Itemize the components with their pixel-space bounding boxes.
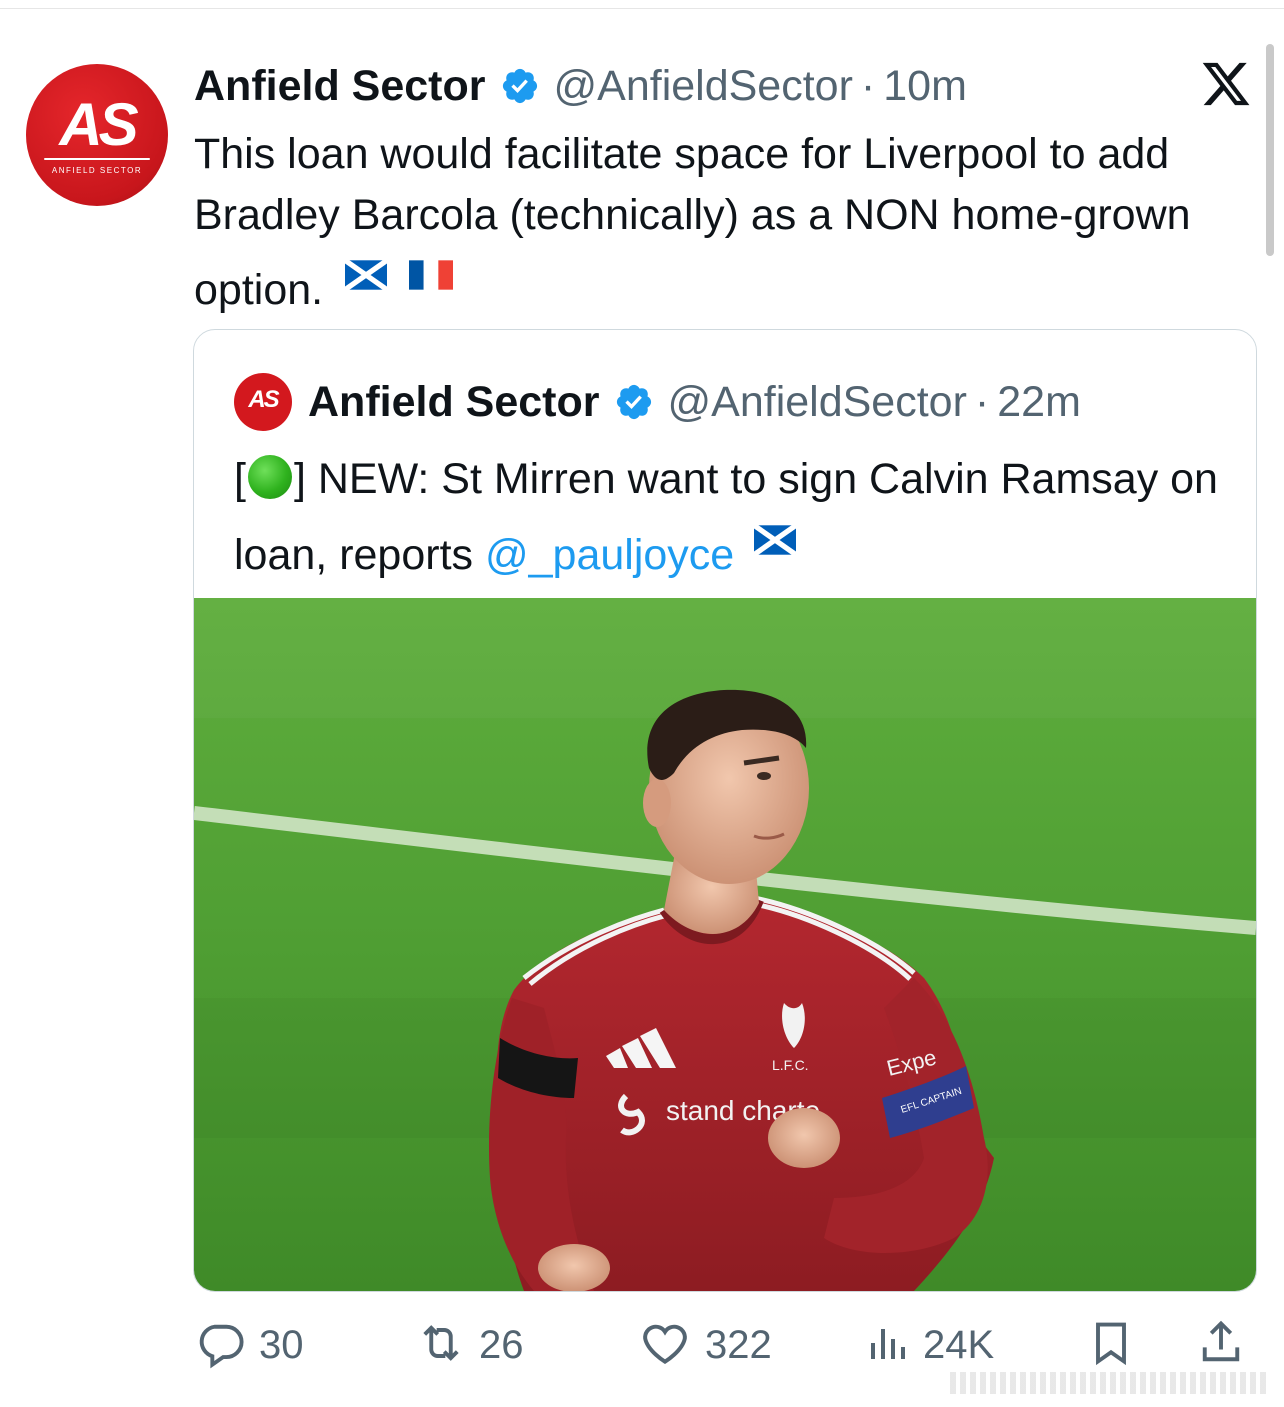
verified-badge-icon <box>614 382 654 422</box>
quoted-tweet-image[interactable]: EFL CAPTAIN L.F.C. stand charte Expe <box>194 598 1256 1291</box>
reply-button[interactable]: 30 <box>195 1314 304 1376</box>
repost-icon <box>415 1317 467 1374</box>
repost-button[interactable]: 26 <box>415 1314 524 1376</box>
scotland-flag-icon <box>345 246 388 307</box>
author-name[interactable]: Anfield Sector <box>194 62 486 111</box>
tweet-header: Anfield Sector @AnfieldSector · 10m <box>194 58 967 114</box>
bookmark-button[interactable] <box>1085 1314 1137 1376</box>
tweet-action-bar: 30 26 322 24K <box>195 1314 1255 1376</box>
tweet-timestamp[interactable]: 10m <box>883 62 967 111</box>
verified-badge-icon <box>500 66 540 106</box>
separator-dot: · <box>860 61 876 110</box>
avatar-subtext: ANFIELD SECTOR <box>51 166 143 175</box>
bookmark-icon <box>1085 1315 1137 1376</box>
player-photo: EFL CAPTAIN L.F.C. stand charte Expe <box>194 598 1256 1291</box>
tweet-body: This loan would facilitate space for Liv… <box>194 130 1191 314</box>
mention-link[interactable]: @_pauljoyce <box>485 531 734 579</box>
reply-count: 30 <box>259 1322 304 1367</box>
scrollbar[interactable] <box>1266 44 1274 256</box>
quoted-tweet-header: AS Anfield Sector @AnfieldSector · 22m <box>234 373 1081 431</box>
repost-count: 26 <box>479 1322 524 1367</box>
scotland-flag-icon <box>754 510 797 572</box>
green-circle-icon <box>247 455 292 499</box>
author-handle[interactable]: @AnfieldSector <box>554 62 853 111</box>
like-button[interactable]: 322 <box>637 1314 772 1376</box>
quoted-author-name: Anfield Sector <box>308 377 600 426</box>
like-count: 322 <box>705 1322 772 1367</box>
watermark <box>950 1372 1270 1394</box>
heart-icon <box>637 1315 693 1376</box>
bracket-open: [ <box>234 455 246 503</box>
avatar-monogram: AS <box>59 91 138 158</box>
share-button[interactable] <box>1195 1314 1247 1376</box>
top-divider <box>0 8 1284 9</box>
analytics-bars-icon <box>863 1317 911 1374</box>
reply-icon <box>195 1317 247 1374</box>
author-avatar[interactable]: AS ANFIELD SECTOR <box>26 64 168 206</box>
views-button[interactable]: 24K <box>863 1314 994 1376</box>
quoted-author-handle: @AnfieldSector <box>667 377 967 426</box>
quoted-author-avatar: AS <box>234 373 292 431</box>
quoted-tweet-timestamp: 22m <box>997 377 1081 426</box>
crest-text: L.F.C. <box>772 1057 809 1073</box>
separator-dot: · <box>974 377 990 426</box>
avatar-swoosh <box>44 158 150 160</box>
view-count: 24K <box>923 1322 995 1367</box>
quoted-tweet-card[interactable]: AS Anfield Sector @AnfieldSector · 22m [… <box>193 329 1257 1292</box>
quoted-avatar-monogram: AS <box>248 386 279 413</box>
x-logo-icon <box>1200 56 1252 112</box>
france-flag-icon <box>409 246 454 307</box>
tweet-text: This loan would facilitate space for Liv… <box>194 124 1234 321</box>
quoted-tweet-text: [] NEW: St Mirren want to sign Calvin Ra… <box>234 448 1224 586</box>
share-icon <box>1195 1315 1247 1376</box>
